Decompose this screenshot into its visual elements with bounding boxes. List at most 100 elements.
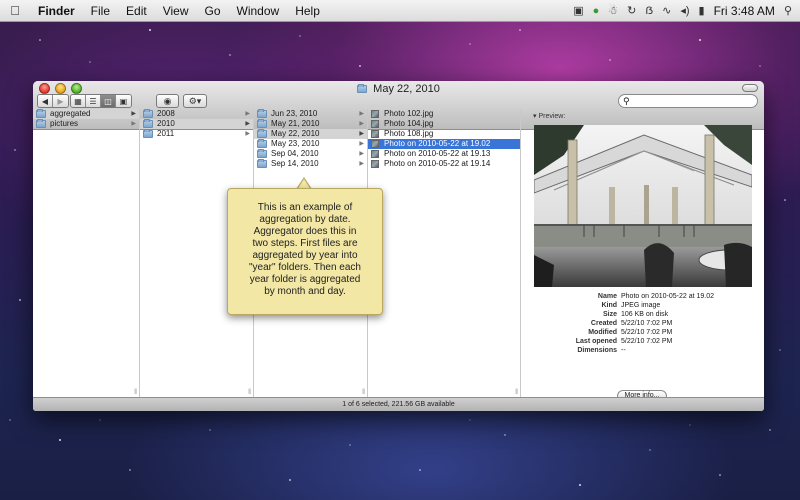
preview-pane: ▾ Preview: Name Photo on 2010-05-22 at 1… xyxy=(521,109,764,402)
apple-logo-icon[interactable]:  xyxy=(0,3,30,18)
folder-icon xyxy=(36,109,46,118)
disclosure-arrow-icon: ▶ xyxy=(359,111,364,117)
disclosure-arrow-icon: ▶ xyxy=(131,111,136,117)
info-key: Created xyxy=(590,320,617,327)
folder-icon xyxy=(257,139,267,148)
item-label: 2011 xyxy=(157,129,175,138)
menu-help[interactable]: Help xyxy=(287,4,328,18)
folder-icon xyxy=(143,119,153,128)
info-value: JPEG image xyxy=(621,302,661,309)
volume-icon[interactable]: ◂) xyxy=(680,4,689,17)
sync-icon[interactable]: ☃ xyxy=(608,4,618,17)
folder-item[interactable]: 2011 ▶ xyxy=(140,129,253,139)
item-label: Photo 108.jpg xyxy=(384,129,434,138)
back-button[interactable]: ◀ xyxy=(38,95,53,107)
menu-view[interactable]: View xyxy=(155,4,197,18)
disclosure-arrow-icon: ▶ xyxy=(359,141,364,147)
window-title-text: May 22, 2010 xyxy=(373,83,440,95)
callout-line: year folder is aggregated xyxy=(249,274,361,285)
icon-view-button[interactable]: ▦ xyxy=(71,95,86,107)
column-footer: ‖ xyxy=(33,387,139,397)
folder-item[interactable]: May 22, 2010 ▶ xyxy=(254,129,367,139)
info-row: Last opened 5/22/10 7:02 PM xyxy=(541,337,741,346)
action-menu-button[interactable]: ⚙▾ xyxy=(183,94,207,108)
coverflow-view-button[interactable]: ▣ xyxy=(116,95,131,107)
file-item[interactable]: Photo 104.jpg xyxy=(368,119,520,129)
file-item[interactable]: Photo 108.jpg xyxy=(368,129,520,139)
folder-icon xyxy=(143,129,153,138)
folder-icon xyxy=(257,119,267,128)
info-key: Dimensions xyxy=(577,347,617,354)
info-key: Size xyxy=(602,311,617,318)
column-view-button[interactable]: ◫ xyxy=(101,95,116,107)
info-row: Modified 5/22/10 7:02 PM xyxy=(541,328,741,337)
folder-item[interactable]: Jun 23, 2010 ▶ xyxy=(254,109,367,119)
folder-item[interactable]: 2008 ▶ xyxy=(140,109,253,119)
item-label: 2010 xyxy=(157,119,175,128)
toolbar-toggle-button[interactable] xyxy=(742,84,758,92)
column-4: Photo 102.jpg Photo 104.jpg Photo 108.jpg P… xyxy=(368,109,521,397)
item-label: May 21, 2010 xyxy=(271,119,320,128)
search-field[interactable]: ⚲ xyxy=(618,94,758,108)
forward-button[interactable]: ▶ xyxy=(53,95,68,107)
folder-item[interactable]: aggregated ▶ xyxy=(33,109,139,119)
callout-line: two steps. First files are xyxy=(252,238,358,249)
file-item[interactable]: Photo on 2010-05-22 at 19.02 xyxy=(368,139,520,149)
list-view-button[interactable]: ☰ xyxy=(86,95,101,107)
column-resize-handle[interactable]: ‖ xyxy=(362,389,365,396)
info-key: Name xyxy=(597,293,617,300)
menu-go[interactable]: Go xyxy=(197,4,229,18)
explanation-callout: This is an example of aggregation by dat… xyxy=(227,188,383,315)
search-input[interactable] xyxy=(632,95,743,107)
wifi-icon[interactable]: ∿ xyxy=(662,4,671,17)
info-row: Created 5/22/10 7:02 PM xyxy=(541,319,741,328)
column-resize-handle[interactable]: ‖ xyxy=(134,389,137,396)
menu-edit[interactable]: Edit xyxy=(118,4,155,18)
menu-bar:  Finder File Edit View Go Window Help ▣… xyxy=(0,0,800,22)
bluetooth-icon[interactable]: ẞ xyxy=(645,5,653,17)
item-label: Photo on 2010-05-22 at 19.13 xyxy=(384,149,491,158)
info-value: 5/22/10 7:02 PM xyxy=(621,338,673,345)
callout-line: aggregated by year into xyxy=(252,250,358,261)
folder-icon xyxy=(257,159,267,168)
menu-window[interactable]: Window xyxy=(229,4,288,18)
battery-icon[interactable]: ▮ xyxy=(699,4,705,17)
image-file-icon xyxy=(371,110,379,118)
column-resize-handle[interactable]: ‖ xyxy=(248,389,251,396)
file-item[interactable]: Photo 102.jpg xyxy=(368,109,520,119)
column-browser: aggregated ▶ pictures ▶ ‖ 2008 ▶ 2010 ▶ 2011 ▶ ‖ J… xyxy=(33,109,764,402)
image-file-icon xyxy=(371,150,379,158)
folder-item[interactable]: 2010 ▶ xyxy=(140,119,253,129)
column-footer: ‖ xyxy=(368,387,520,397)
disclosure-arrow-icon: ▶ xyxy=(359,121,364,127)
chat-status-icon[interactable]: ● xyxy=(593,5,600,17)
disclosure-arrow-icon: ▶ xyxy=(245,121,250,127)
quick-look-button[interactable]: ◉ xyxy=(156,94,179,108)
status-bar: 1 of 6 selected, 221.56 GB available xyxy=(33,397,764,411)
item-label: pictures xyxy=(50,119,79,128)
file-item[interactable]: Photo on 2010-05-22 at 19.13 xyxy=(368,149,520,159)
info-key: Modified xyxy=(588,329,617,336)
info-value: 106 KB on disk xyxy=(621,311,669,318)
info-value: 5/22/10 7:02 PM xyxy=(621,320,673,327)
file-item[interactable]: Photo on 2010-05-22 at 19.14 xyxy=(368,159,520,169)
dropbox-icon[interactable]: ▣ xyxy=(573,4,583,17)
time-machine-icon[interactable]: ↻ xyxy=(627,4,636,17)
photo-preview xyxy=(534,125,752,287)
info-row: Kind JPEG image xyxy=(541,301,741,310)
folder-item[interactable]: pictures ▶ xyxy=(33,119,139,129)
folder-item[interactable]: Sep 14, 2010 ▶ xyxy=(254,159,367,169)
folder-icon xyxy=(257,149,267,158)
menu-finder[interactable]: Finder xyxy=(30,4,83,18)
folder-item[interactable]: May 21, 2010 ▶ xyxy=(254,119,367,129)
menu-clock[interactable]: Fri 3:48 AM xyxy=(714,4,775,18)
info-value: Photo on 2010-05-22 at 19.02 xyxy=(621,293,715,300)
menu-file[interactable]: File xyxy=(83,4,118,18)
disclosure-arrow-icon: ▶ xyxy=(245,111,250,117)
folder-item[interactable]: Sep 04, 2010 ▶ xyxy=(254,149,367,159)
spotlight-icon[interactable]: ⚲ xyxy=(784,4,792,17)
image-file-icon xyxy=(371,120,379,128)
gear-icon: ⚙▾ xyxy=(188,95,202,106)
folder-item[interactable]: May 23, 2010 ▶ xyxy=(254,139,367,149)
column-resize-handle[interactable]: ‖ xyxy=(515,389,518,396)
